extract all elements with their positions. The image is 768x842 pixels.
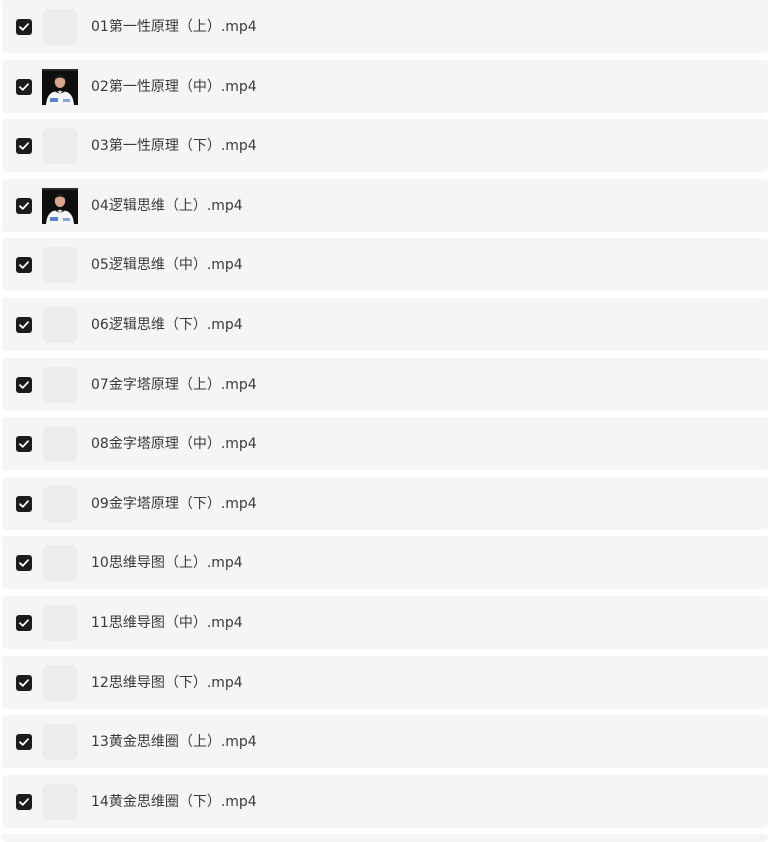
file-row[interactable]: 05逻辑思维（中）.mp4 <box>2 238 768 292</box>
thumbnail-placeholder <box>42 307 78 343</box>
thumbnail-placeholder <box>42 783 78 820</box>
file-checkbox[interactable] <box>16 734 32 751</box>
file-row[interactable]: 02第一性原理（中）.mp4 <box>2 59 768 113</box>
file-checkbox[interactable] <box>16 19 32 35</box>
file-checkbox[interactable] <box>16 495 32 512</box>
file-checkbox[interactable] <box>16 197 32 214</box>
file-row[interactable]: 08金字塔原理（中）.mp4 <box>2 417 768 471</box>
file-row[interactable]: 14黄金思维圈（下）.mp4 <box>2 774 768 828</box>
file-checkbox[interactable] <box>16 257 32 274</box>
file-name: 06逻辑思维（下）.mp4 <box>91 317 243 333</box>
file-row[interactable]: 07金字塔原理（上）.mp4 <box>2 357 768 411</box>
thumbnail-placeholder <box>42 724 78 761</box>
file-row[interactable]: 09金字塔原理（下）.mp4 <box>2 476 768 530</box>
file-name: 11思维导图（中）.mp4 <box>91 615 243 631</box>
file-row[interactable]: 06逻辑思维（下）.mp4 <box>2 298 768 351</box>
thumbnail-placeholder <box>42 366 78 403</box>
file-checkbox[interactable] <box>16 78 32 95</box>
thumbnail-placeholder <box>42 664 78 701</box>
thumbnail-placeholder <box>42 247 78 284</box>
file-name: 02第一性原理（中）.mp4 <box>91 78 257 95</box>
file-row[interactable]: 01第一性原理（上）.mp4 <box>2 0 768 53</box>
file-row[interactable]: 03第一性原理（下）.mp4 <box>2 119 768 173</box>
file-name: 05逻辑思维（中）.mp4 <box>91 257 243 274</box>
thumbnail-placeholder <box>42 545 78 582</box>
file-checkbox[interactable] <box>16 138 32 155</box>
thumbnail-placeholder <box>42 9 78 45</box>
thumbnail-placeholder <box>42 485 78 522</box>
file-checkbox[interactable] <box>16 555 32 572</box>
file-name: 09金字塔原理（下）.mp4 <box>91 495 257 512</box>
file-name: 03第一性原理（下）.mp4 <box>91 138 257 155</box>
file-name: 10思维导图（上）.mp4 <box>91 555 243 572</box>
file-checkbox[interactable] <box>16 376 32 393</box>
file-checkbox[interactable] <box>16 793 32 810</box>
file-row[interactable]: 12思维导图（下）.mp4 <box>2 655 768 709</box>
file-checkbox[interactable] <box>16 317 32 333</box>
file-row[interactable]: 04逻辑思维（上）.mp4 <box>2 178 768 232</box>
file-checkbox[interactable] <box>16 436 32 453</box>
file-name: 01第一性原理（上）.mp4 <box>91 19 257 35</box>
file-name: 12思维导图（下）.mp4 <box>91 674 243 691</box>
video-thumbnail <box>42 68 78 105</box>
file-row[interactable]: 10思维导图（上）.mp4 <box>2 536 768 590</box>
thumbnail-placeholder <box>42 605 78 641</box>
file-name: 08金字塔原理（中）.mp4 <box>91 436 257 453</box>
thumbnail-placeholder <box>42 426 78 463</box>
file-name: 14黄金思维圈（下）.mp4 <box>91 793 257 810</box>
file-name: 13黄金思维圈（上）.mp4 <box>91 734 257 751</box>
file-name: 07金字塔原理（上）.mp4 <box>91 376 257 393</box>
file-name: 04逻辑思维（上）.mp4 <box>91 197 243 214</box>
file-checkbox[interactable] <box>16 615 32 631</box>
video-thumbnail <box>42 187 78 224</box>
file-checkbox[interactable] <box>16 674 32 691</box>
thumbnail-placeholder <box>42 128 78 165</box>
file-row[interactable]: 11思维导图（中）.mp4 <box>2 596 768 649</box>
file-row[interactable]: 13黄金思维圈（上）.mp4 <box>2 715 768 769</box>
